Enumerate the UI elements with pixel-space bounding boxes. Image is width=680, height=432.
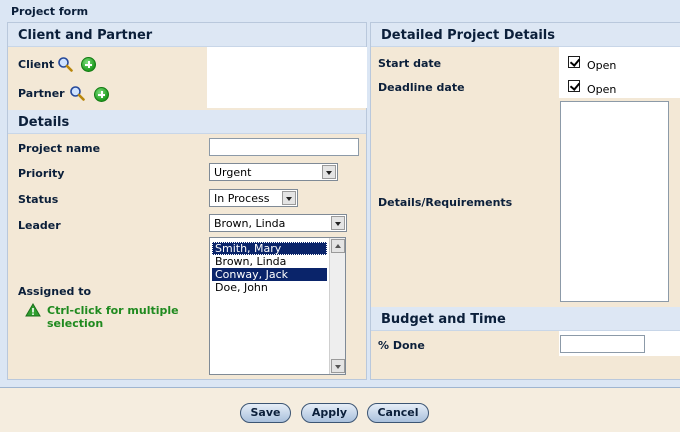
start-open-checkbox[interactable] [568, 56, 580, 68]
apply-button[interactable]: Apply [301, 403, 358, 423]
list-item[interactable]: Conway, Jack [212, 268, 327, 281]
priority-label: Priority [18, 167, 65, 180]
scroll-up-icon[interactable] [331, 239, 345, 253]
start-date-label: Start date [378, 57, 442, 70]
priority-select[interactable]: Urgent [209, 163, 338, 181]
budget-header: Budget and Time [371, 307, 680, 331]
listbox-scrollbar[interactable] [329, 238, 345, 374]
requirements-label: Details/Requirements [378, 196, 513, 209]
project-name-label: Project name [18, 142, 101, 155]
deadline-open-checkbox[interactable] [568, 80, 580, 92]
assigned-listbox[interactable]: Smith, Mary Brown, Linda Conway, Jack Do… [209, 237, 346, 375]
assigned-options: Smith, Mary Brown, Linda Conway, Jack Do… [212, 242, 327, 294]
client-partner-header: Client and Partner [8, 23, 366, 47]
client-add-icon[interactable] [81, 57, 96, 72]
client-label: Client [18, 58, 55, 71]
client-search-icon[interactable] [57, 56, 73, 72]
save-button[interactable]: Save [240, 403, 291, 423]
deadline-date-label: Deadline date [378, 81, 465, 94]
percent-done-label: % Done [378, 339, 425, 352]
chevron-down-icon[interactable] [322, 165, 336, 179]
project-form-window: Project form Client and Partner Client P… [0, 0, 680, 388]
start-open-label: Open [587, 59, 617, 72]
scroll-down-icon[interactable] [331, 359, 345, 373]
leader-label: Leader [18, 219, 61, 232]
leader-value: Brown, Linda [214, 217, 286, 230]
chevron-down-icon[interactable] [282, 191, 296, 205]
project-details-header: Detailed Project Details [371, 23, 680, 47]
client-partner-value-area [207, 47, 367, 108]
list-item[interactable]: Smith, Mary [212, 242, 327, 255]
list-item[interactable]: Doe, John [212, 281, 327, 294]
right-panel: Detailed Project Details Start date Open… [370, 22, 680, 380]
cancel-button[interactable]: Cancel [367, 403, 429, 423]
status-label: Status [18, 193, 59, 206]
assigned-hint: Ctrl-click for multiple selection [47, 304, 179, 330]
status-value: In Process [214, 192, 270, 205]
project-name-input[interactable] [209, 138, 359, 156]
list-item[interactable]: Brown, Linda [212, 255, 327, 268]
percent-done-input[interactable] [560, 335, 645, 353]
leader-select[interactable]: Brown, Linda [209, 214, 347, 232]
partner-search-icon[interactable] [69, 85, 85, 101]
deadline-open-label: Open [587, 83, 617, 96]
requirements-textarea[interactable] [560, 101, 669, 302]
warning-icon [25, 303, 41, 317]
partner-label: Partner [18, 87, 65, 100]
details-header: Details [8, 110, 366, 134]
left-panel: Client and Partner Client Partner Detail… [7, 22, 367, 380]
priority-value: Urgent [214, 166, 252, 179]
form-title: Project form [11, 5, 89, 18]
assigned-to-label: Assigned to [18, 285, 92, 298]
partner-add-icon[interactable] [94, 87, 109, 102]
status-select[interactable]: In Process [209, 189, 298, 207]
chevron-down-icon[interactable] [331, 216, 345, 230]
